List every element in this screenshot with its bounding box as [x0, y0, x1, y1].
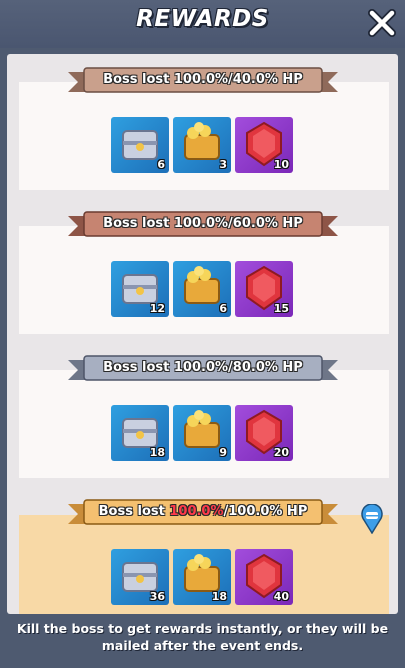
header-bar: REWARDS — [0, 0, 405, 48]
reward-item[interactable]: 15 — [235, 261, 293, 317]
close-icon[interactable] — [367, 8, 397, 38]
reward-item[interactable]: 9 — [173, 405, 231, 461]
reward-item[interactable]: 20 — [235, 405, 293, 461]
tier-label: Boss lost 100.0%/80.0% HP — [103, 360, 303, 375]
reward-item[interactable]: 18 — [111, 405, 169, 461]
tier-label: Boss lost 100.0%/40.0% HP — [103, 72, 303, 87]
tier-ribbon: Boss lost 100.0%/40.0% HP — [68, 66, 338, 96]
reward-item[interactable]: 36 — [111, 549, 169, 605]
page-title: REWARDS — [136, 6, 269, 32]
tier-label: Boss lost 100.0%/60.0% HP — [103, 216, 303, 231]
reward-item[interactable]: 3 — [173, 117, 231, 173]
tier-label: Boss lost 100.0%/100.0% HP — [98, 504, 308, 519]
reward-item[interactable]: 6 — [111, 117, 169, 173]
tier-ribbon: Boss lost 100.0%/80.0% HP — [68, 354, 338, 384]
reward-item[interactable]: 18 — [173, 549, 231, 605]
footer-note: Kill the boss to get rewards instantly, … — [16, 621, 389, 653]
current-position-pin-icon — [361, 504, 383, 534]
tier-ribbon: Boss lost 100.0%/100.0% HP — [68, 498, 338, 528]
reward-item[interactable]: 12 — [111, 261, 169, 317]
reward-item[interactable]: 6 — [173, 261, 231, 317]
tier-ribbon: Boss lost 100.0%/60.0% HP — [68, 210, 338, 240]
rewards-panel[interactable]: Boss lost 100.0%/40.0% HP 6 3 10 Boss lo… — [7, 54, 398, 614]
reward-item[interactable]: 10 — [235, 117, 293, 173]
reward-item[interactable]: 40 — [235, 549, 293, 605]
